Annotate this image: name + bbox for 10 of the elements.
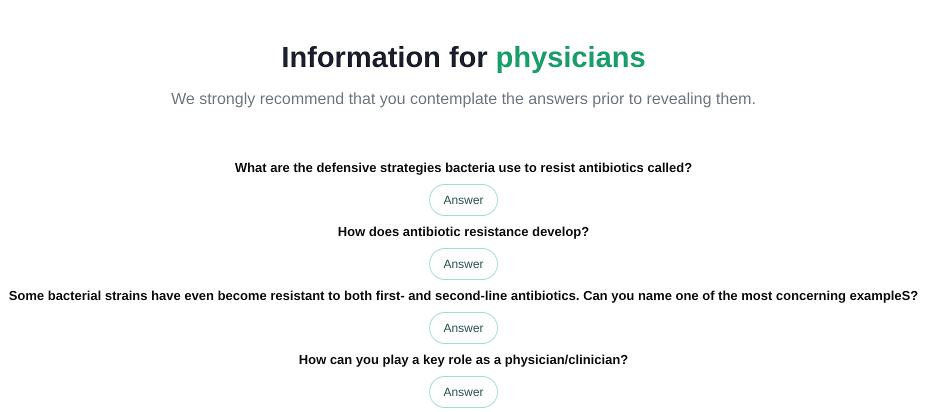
answer-button[interactable]: Answer — [429, 376, 498, 408]
answer-button[interactable]: Answer — [429, 248, 498, 280]
answer-button[interactable]: Answer — [429, 312, 498, 344]
page-heading: Information for physicians — [281, 41, 646, 76]
question-text: How does antibiotic resistance develop? — [338, 224, 590, 240]
question-text: What are the defensive strategies bacteria use to resist antibiotics called? — [234, 160, 692, 176]
subtitle-text: We strongly recommend that you contemplate the answers prior to revealing them. — [171, 90, 756, 110]
answer-button[interactable]: Answer — [429, 184, 498, 216]
question-text: Some bacterial strains have even become resistant to both first- and second-line antibiotics. Can you name one of the most concerning exampleS? — [8, 288, 918, 304]
question-text: How can you play a key role as a physician/clinician? — [298, 352, 628, 368]
